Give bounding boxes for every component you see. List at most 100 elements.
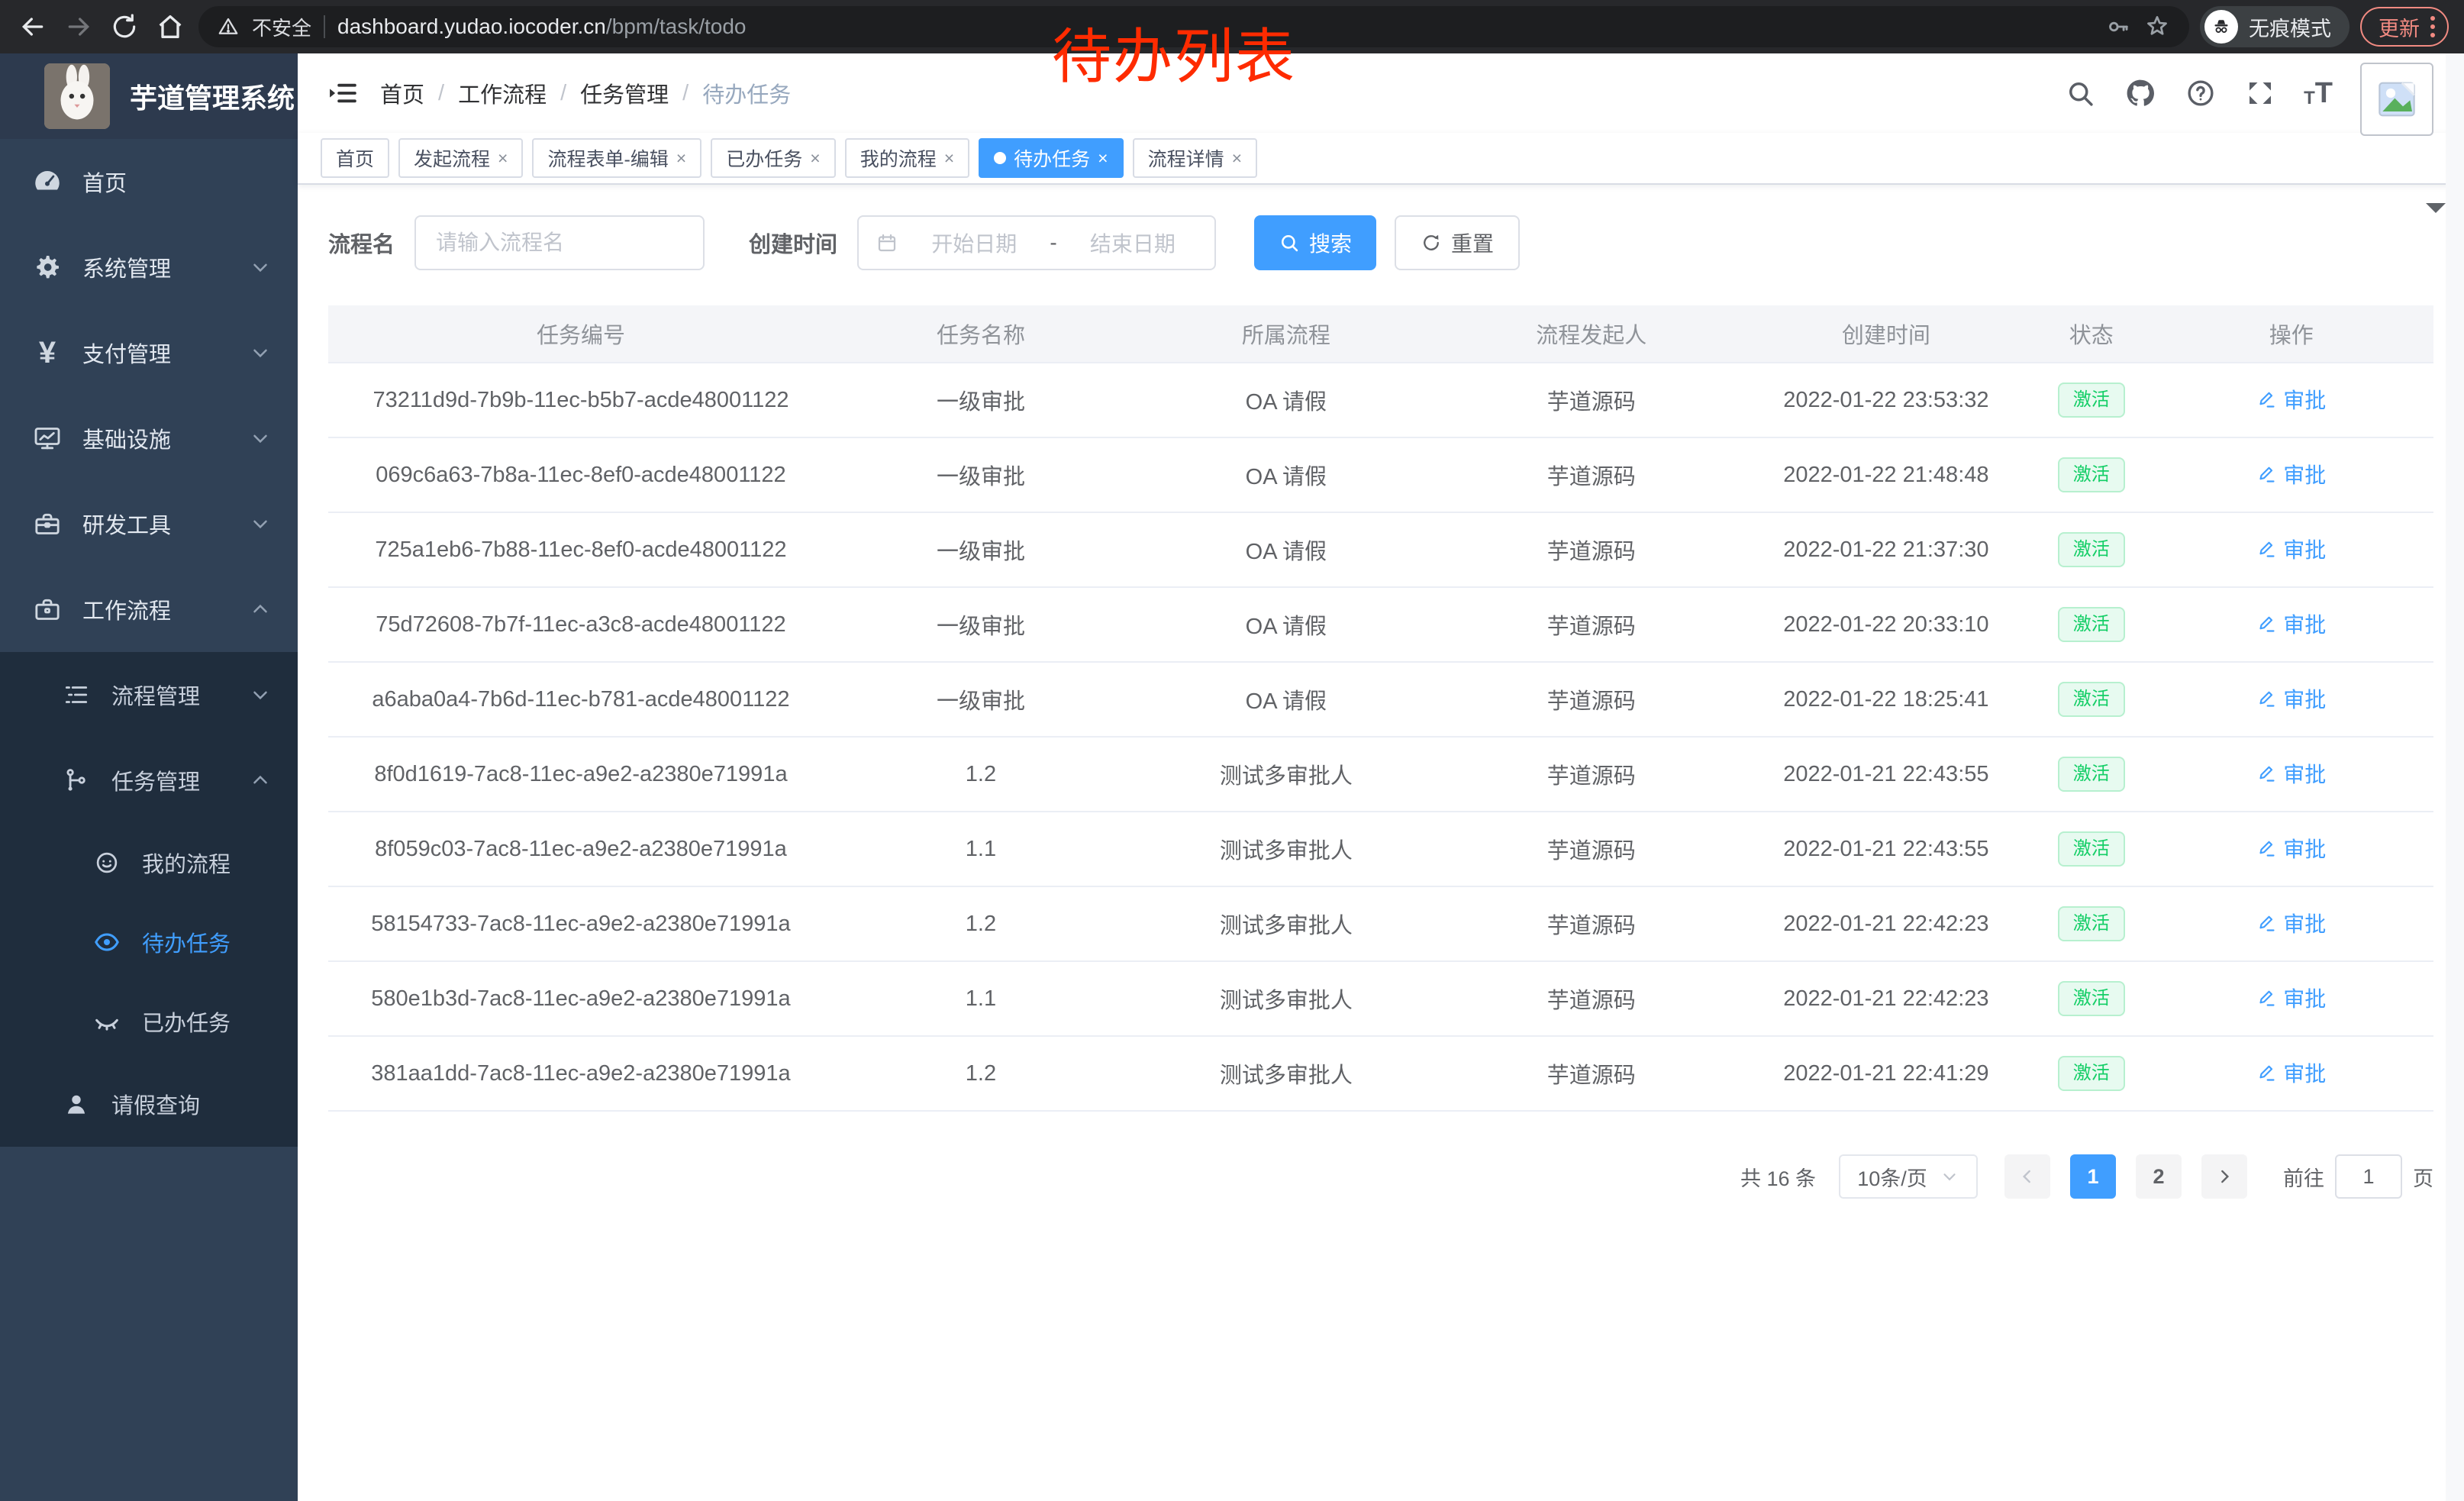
bookmark-star-icon[interactable] (2143, 13, 2171, 40)
sidebar-item-process-management[interactable]: 流程管理 (0, 652, 298, 738)
status-badge: 激活 (2058, 981, 2125, 1016)
approve-link[interactable]: 审批 (2256, 608, 2326, 639)
goto-page-input[interactable] (2335, 1154, 2402, 1199)
approve-link[interactable]: 审批 (2256, 1057, 2326, 1088)
task-name-cell: 1.1 (834, 986, 1128, 1012)
browser-menu-icon[interactable] (2430, 16, 2435, 37)
tag-tab-done-tasks[interactable]: 已办任务× (711, 138, 835, 178)
reload-icon[interactable] (107, 9, 142, 44)
edit-pen-icon (2256, 763, 2277, 784)
avatar[interactable] (2360, 63, 2433, 136)
hamburger-icon[interactable] (328, 77, 360, 109)
app-header: 首页 / 工作流程 / 任务管理 / 待办任务 TT (298, 53, 2464, 133)
sidebar-item-dev-tools[interactable]: 研发工具 (0, 481, 298, 567)
task-name-cell: 一级审批 (834, 608, 1128, 641)
home-icon[interactable] (153, 9, 188, 44)
created-cell: 2022-01-22 21:37:30 (1739, 537, 2033, 563)
sidebar-item-task-management[interactable]: 任务管理 (0, 738, 298, 823)
close-icon[interactable]: × (676, 148, 686, 169)
action-cell: 审批 (2150, 908, 2433, 940)
breadcrumb-workflow[interactable]: 工作流程 (458, 77, 547, 109)
tag-tab-form-edit[interactable]: 流程表单-编辑× (532, 138, 701, 178)
refresh-icon (1421, 232, 1442, 253)
password-key-icon[interactable] (2105, 14, 2131, 40)
pagination: 共 16 条 10条/页 1 2 前往 页 (328, 1154, 2433, 1229)
tag-tab-home[interactable]: 首页 (321, 138, 389, 178)
sidebar-item-my-processes[interactable]: 我的流程 (0, 823, 298, 902)
created-cell: 2022-01-22 23:53:32 (1739, 388, 2033, 413)
breadcrumb-task-management[interactable]: 任务管理 (580, 77, 669, 109)
page-scrollbar[interactable] (2446, 53, 2464, 1501)
process-name-input[interactable] (414, 215, 705, 270)
tag-tab-todo-tasks[interactable]: 待办任务× (979, 138, 1123, 178)
created-cell: 2022-01-21 22:43:55 (1739, 837, 2033, 862)
status-cell: 激活 (2033, 757, 2150, 792)
status-badge: 激活 (2058, 457, 2125, 492)
chevron-down-icon (249, 512, 272, 535)
sidebar-item-infrastructure[interactable]: 基础设施 (0, 395, 298, 481)
approve-link[interactable]: 审批 (2256, 983, 2326, 1013)
approve-link[interactable]: 审批 (2256, 908, 2326, 938)
starter-cell: 芋道源码 (1444, 983, 1739, 1015)
sidebar-item-workflow[interactable]: 工作流程 (0, 567, 298, 652)
sidebar-item-home[interactable]: 首页 (0, 139, 298, 224)
page-button-1[interactable]: 1 (2070, 1154, 2116, 1199)
close-icon[interactable]: × (810, 148, 820, 169)
action-cell: 审批 (2150, 459, 2433, 491)
eye-icon (89, 927, 125, 957)
page-size-select[interactable]: 10条/页 (1839, 1154, 1978, 1199)
table-row: 069c6a63-7b8a-11ec-8ef0-acde48001122 一级审… (328, 438, 2433, 513)
tag-tab-process-detail[interactable]: 流程详情× (1133, 138, 1257, 178)
search-icon (1279, 232, 1300, 253)
search-icon[interactable] (2064, 77, 2096, 109)
approve-link[interactable]: 审批 (2256, 384, 2326, 415)
github-icon[interactable] (2124, 76, 2157, 110)
sidebar-item-todo-tasks[interactable]: 待办任务 (0, 902, 298, 982)
approve-link[interactable]: 审批 (2256, 459, 2326, 489)
logo-rabbit-image (44, 63, 110, 129)
sidebar-item-system[interactable]: 系统管理 (0, 224, 298, 310)
page-button-2[interactable]: 2 (2136, 1154, 2182, 1199)
font-size-icon[interactable]: TT (2304, 79, 2333, 108)
close-icon[interactable]: × (1232, 148, 1242, 169)
approve-link[interactable]: 审批 (2256, 833, 2326, 863)
tag-tab-my-processes[interactable]: 我的流程× (845, 138, 969, 178)
date-range-picker[interactable]: 开始日期 - 结束日期 (857, 215, 1216, 270)
table-header-row: 任务编号 任务名称 所属流程 流程发起人 创建时间 状态 操作 (328, 305, 2433, 363)
process-cell: OA 请假 (1128, 534, 1444, 566)
action-cell: 审批 (2150, 1057, 2433, 1089)
table-body: 73211d9d-7b9b-11ec-b5b7-acde48001122 一级审… (328, 363, 2433, 1112)
breadcrumb: 首页 / 工作流程 / 任务管理 / 待办任务 (380, 77, 791, 109)
avatar-dropdown-caret[interactable] (2426, 203, 2446, 223)
approve-link[interactable]: 审批 (2256, 683, 2326, 714)
close-icon[interactable]: × (1098, 148, 1108, 169)
breadcrumb-home[interactable]: 首页 (380, 77, 424, 109)
tag-tab-start-process[interactable]: 发起流程× (398, 138, 523, 178)
approve-link[interactable]: 审批 (2256, 758, 2326, 789)
search-button[interactable]: 搜索 (1254, 215, 1376, 270)
back-icon[interactable] (15, 9, 50, 44)
forward-icon[interactable] (61, 9, 96, 44)
incognito-icon (2204, 10, 2238, 44)
next-page-button[interactable] (2201, 1154, 2247, 1199)
starter-cell: 芋道源码 (1444, 1057, 1739, 1089)
header-actions: TT (2064, 50, 2433, 136)
close-icon[interactable]: × (498, 148, 508, 169)
sidebar-item-done-tasks[interactable]: 已办任务 (0, 982, 298, 1061)
status-cell: 激活 (2033, 906, 2150, 941)
process-cell: 测试多审批人 (1128, 758, 1444, 790)
yen-icon: ¥ (29, 336, 66, 370)
sidebar-item-payment[interactable]: ¥ 支付管理 (0, 310, 298, 395)
reset-button[interactable]: 重置 (1395, 215, 1520, 270)
browser-update-button[interactable]: 更新 (2360, 7, 2449, 47)
main-area: 首页 / 工作流程 / 任务管理 / 待办任务 TT 首页 (298, 53, 2464, 1501)
fullscreen-icon[interactable] (2244, 77, 2276, 109)
task-id-cell: 8f059c03-7ac8-11ec-a9e2-a2380e71991a (328, 837, 834, 862)
approve-link[interactable]: 审批 (2256, 534, 2326, 564)
update-label: 更新 (2379, 12, 2420, 42)
sidebar-item-leave-query[interactable]: 请假查询 (0, 1061, 298, 1147)
total-count: 共 16 条 (1740, 1162, 1816, 1192)
close-icon[interactable]: × (944, 148, 954, 169)
help-icon[interactable] (2185, 77, 2217, 109)
prev-page-button[interactable] (2004, 1154, 2050, 1199)
